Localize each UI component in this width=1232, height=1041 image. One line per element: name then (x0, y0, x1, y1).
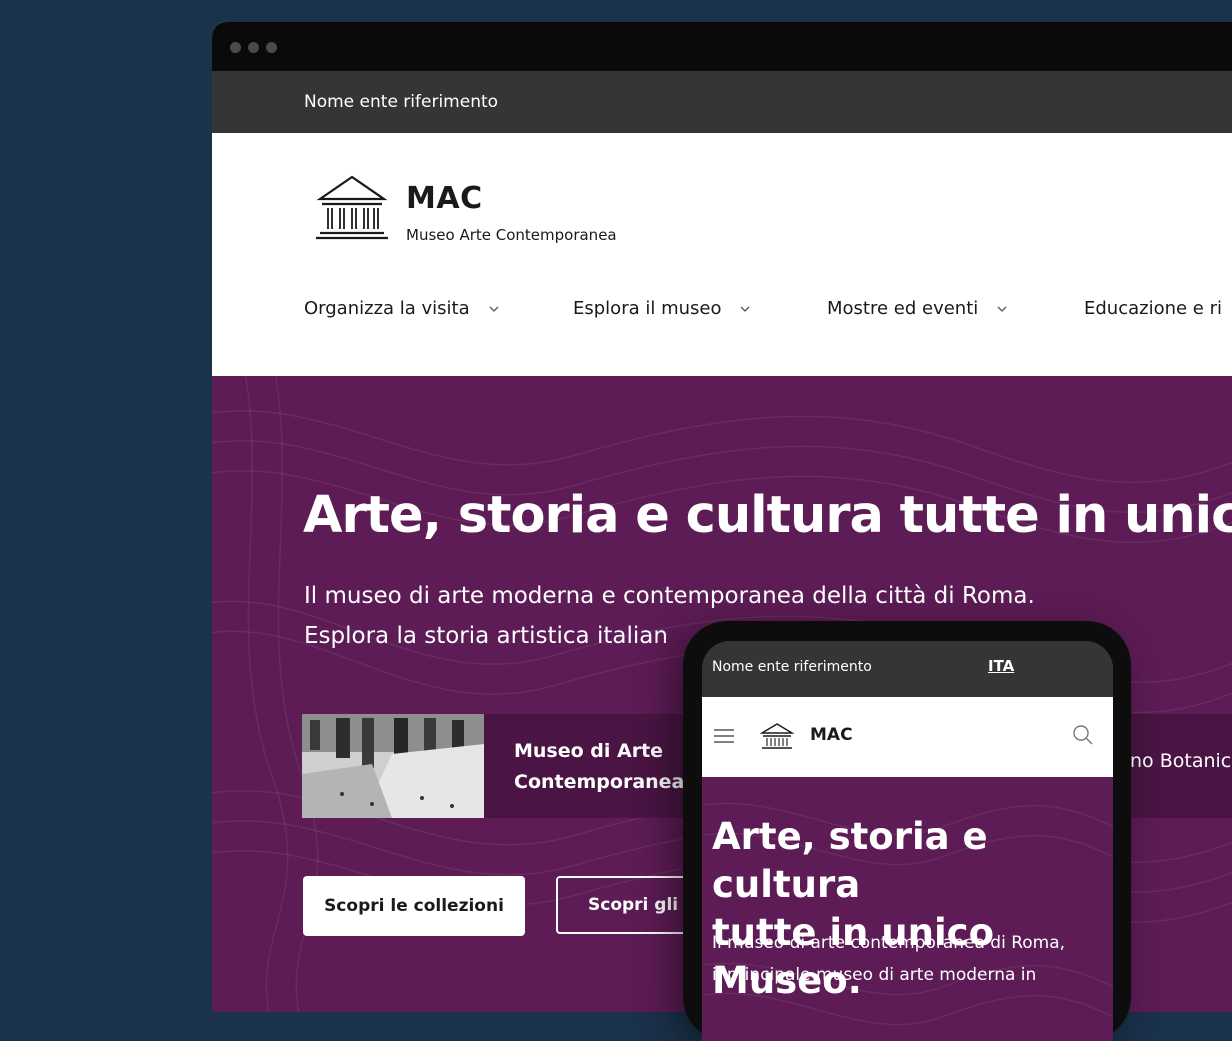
nav-item-mostre[interactable]: Mostre ed eventi (827, 298, 1008, 319)
institution-bar: Nome ente riferimento (212, 71, 1232, 133)
hamburger-menu-icon[interactable] (714, 729, 734, 743)
mobile-hero: Arte, storia e cultura tutte in unico Mu… (702, 777, 1113, 1041)
mobile-institution-name[interactable]: Nome ente riferimento (712, 659, 872, 675)
window-dot[interactable] (248, 42, 259, 53)
mobile-title-line: Arte, storia e cultura (712, 815, 988, 906)
hero-title: Arte, storia e cultura tutte in unico Mu… (303, 486, 1232, 545)
institution-name[interactable]: Nome ente riferimento (304, 92, 498, 112)
window-dot[interactable] (230, 42, 241, 53)
card-title-line: Contemporanea (514, 771, 685, 793)
nav-item-label: Educazione e ri (1084, 298, 1222, 319)
museum-logo-icon[interactable] (314, 171, 390, 243)
nav-item-label: Esplora il museo (573, 298, 722, 319)
museum-card[interactable]: Museo di Arte Contemporanea (302, 714, 702, 818)
mobile-subtitle-line: Il museo di arte contemporanea di Roma, (712, 933, 1066, 953)
browser-chrome (212, 22, 1232, 71)
nav-item-educazione[interactable]: Educazione e ri (1084, 298, 1222, 319)
hero-subtitle-line: Il museo di arte moderna e contemporanea… (304, 583, 1035, 609)
mobile-institution-bar: Nome ente riferimento ITA (702, 641, 1113, 697)
language-selector[interactable]: ITA (988, 657, 1014, 675)
chevron-down-icon (741, 306, 750, 312)
card-title-line: Museo di Arte (514, 740, 664, 762)
nav-item-label: Organizza la visita (304, 298, 470, 319)
museum-photo (302, 714, 484, 818)
brand-name[interactable]: MAC (406, 181, 483, 216)
museum-interior-image (302, 714, 484, 818)
mobile-header: MAC (702, 697, 1113, 777)
nav-item-organizza[interactable]: Organizza la visita (304, 298, 500, 319)
mobile-subtitle-line: il principale museo di arte moderna in (712, 965, 1037, 985)
site-header: MAC Museo Arte Contemporanea (212, 133, 1232, 266)
chevron-down-icon (489, 306, 499, 312)
nav-item-label: Mostre ed eventi (827, 298, 979, 319)
nav-item-esplora[interactable]: Esplora il museo (573, 298, 751, 319)
phone-mockup: Nome ente riferimento ITA MAC Arte, stor… (683, 621, 1131, 1041)
window-dot[interactable] (266, 42, 277, 53)
main-nav: Organizza la visita Esplora il museo Mos… (212, 266, 1232, 376)
search-icon[interactable] (1072, 724, 1094, 746)
chevron-down-icon (997, 306, 1007, 312)
discover-collections-button[interactable]: Scopri le collezioni (303, 876, 525, 936)
museum-card-title: Museo di Arte Contemporanea (514, 736, 684, 798)
brand-subtitle: Museo Arte Contemporanea (406, 226, 617, 244)
phone-screen: Nome ente riferimento ITA MAC Arte, stor… (702, 641, 1113, 1041)
botanical-card-title: no Botanic (1130, 750, 1232, 772)
museum-logo-icon[interactable] (760, 722, 794, 752)
mobile-hero-subtitle: Il museo di arte contemporanea di Roma, … (712, 927, 1065, 991)
mobile-brand-name[interactable]: MAC (810, 725, 853, 745)
